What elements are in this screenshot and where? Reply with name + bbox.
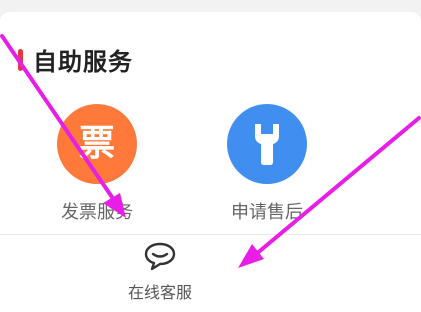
invoice-icon: 票 [57,104,137,184]
invoice-icon-glyph: 票 [78,123,115,164]
online-customer-service-label: 在线客服 [127,283,192,302]
top-strip [0,0,421,12]
section-header: 自助服务 [18,42,133,77]
wrench-icon [227,104,307,184]
section-title: 自助服务 [33,48,133,76]
after-sales-service-label: 申请售后 [231,202,303,223]
title-marker [18,48,23,71]
online-customer-service-button[interactable]: 在线客服 [110,241,210,303]
invoice-service-label: 发票服务 [61,202,133,223]
self-service-card: 自助服务 票 发票服务 申请售后 [0,12,421,234]
invoice-service-button[interactable]: 票 发票服务 [27,104,167,224]
bottom-bar: 在线客服 [0,234,421,312]
chat-bubble-icon [144,242,176,271]
after-sales-service-button[interactable]: 申请售后 [197,104,337,224]
wrench-glyph [255,124,279,165]
